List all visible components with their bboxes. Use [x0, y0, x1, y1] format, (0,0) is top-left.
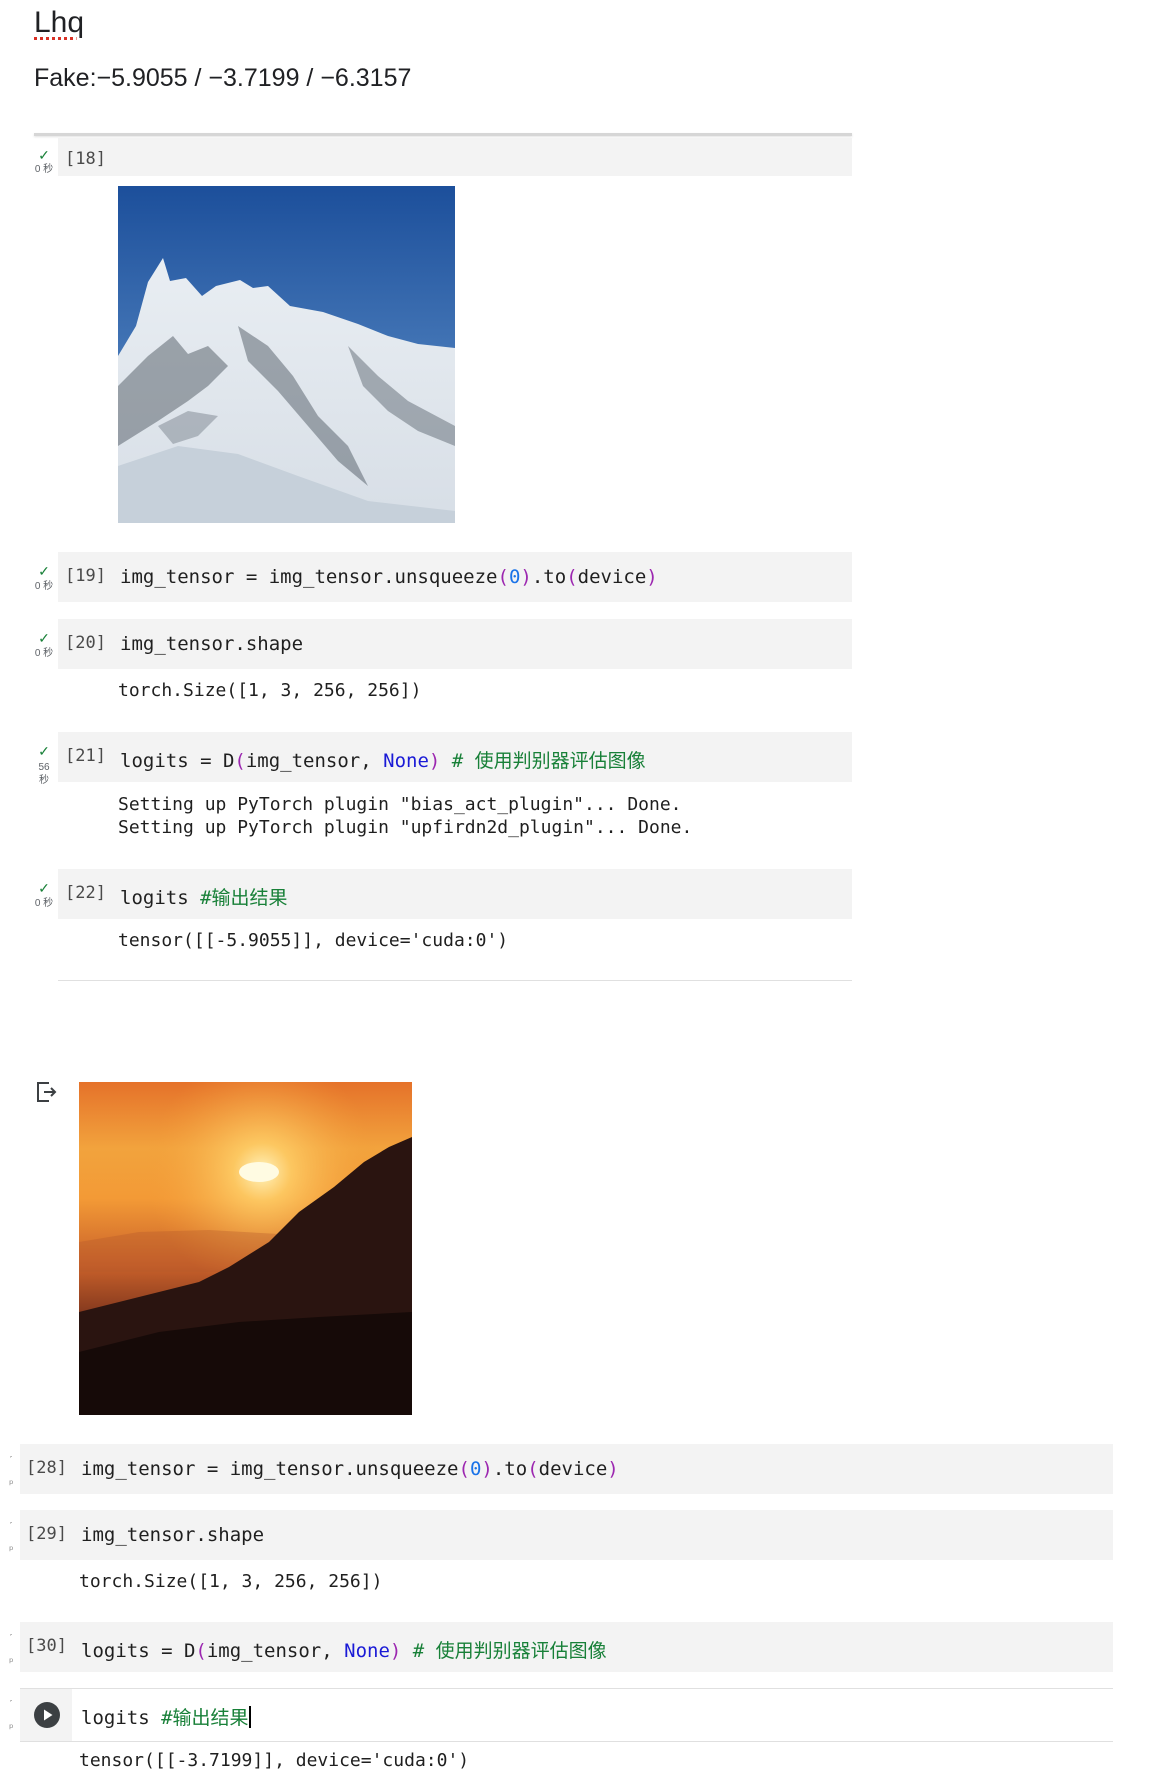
execution-count: [29]: [26, 1524, 67, 1544]
cell-status: 0 秒: [34, 581, 54, 592]
cell-output: tensor([[-5.9055]], device='cuda:0'): [118, 930, 509, 951]
execution-count: [30]: [26, 1636, 67, 1656]
cell-status: 56: [38, 762, 50, 773]
cell-status-marker: ₚ: [9, 1541, 14, 1553]
check-icon: ✓: [38, 880, 50, 896]
execution-count: [20]: [65, 633, 106, 653]
mountain-image: [118, 186, 455, 523]
execution-count: [21]: [65, 746, 106, 766]
check-icon: ✓: [38, 147, 50, 163]
code-line[interactable]: logits #输出结果: [81, 1703, 251, 1730]
cell-status-marker: ₚ: [9, 1475, 14, 1487]
execution-count: [19]: [65, 566, 106, 586]
cell-status: 0 秒: [34, 164, 54, 175]
cell-status-marker: ˊ: [9, 1699, 13, 1711]
code-line[interactable]: logits = D(img_tensor, None) # 使用判别器评估图像: [81, 1636, 607, 1663]
cell-status-marker: ₚ: [9, 1653, 14, 1665]
check-icon: ✓: [38, 630, 50, 646]
cell-output: Setting up PyTorch plugin "upfirdn2d_plu…: [118, 817, 693, 838]
sunset-image: [79, 1082, 412, 1415]
page-subtitle: Fake:−5.9055 / −3.7199 / −6.3157: [34, 64, 412, 92]
code-line[interactable]: img_tensor = img_tensor.unsqueeze(0).to(…: [120, 566, 658, 588]
code-line[interactable]: img_tensor.shape: [81, 1524, 264, 1546]
run-cell-icon[interactable]: [33, 1701, 61, 1729]
cell-output: Setting up PyTorch plugin "bias_act_plug…: [118, 794, 682, 815]
cell-status-marker: ˊ: [9, 1633, 13, 1645]
cell-output: tensor([[-3.7199]], device='cuda:0'): [79, 1750, 470, 1771]
page-title: Lhq: [34, 6, 85, 39]
cell-status: 秒: [39, 775, 49, 786]
cell-status-marker: ˊ: [9, 1455, 13, 1467]
code-line[interactable]: logits = D(img_tensor, None) # 使用判别器评估图像: [120, 746, 646, 773]
cell-divider: [58, 980, 852, 981]
code-line[interactable]: logits #输出结果: [120, 883, 288, 910]
execution-count: [18]: [65, 149, 106, 169]
execution-count: [22]: [65, 883, 106, 903]
code-line[interactable]: img_tensor.shape: [120, 633, 303, 655]
cell-output: torch.Size([1, 3, 256, 256]): [118, 680, 422, 701]
cell-status-marker: ˊ: [9, 1521, 13, 1533]
code-cell-18[interactable]: [58, 138, 852, 176]
cell-output: torch.Size([1, 3, 256, 256]): [79, 1571, 383, 1592]
code-line[interactable]: img_tensor = img_tensor.unsqueeze(0).to(…: [81, 1458, 619, 1480]
text-cursor: [248, 1706, 251, 1728]
check-icon: ✓: [38, 563, 50, 579]
section-divider: [34, 133, 852, 136]
check-icon: ✓: [38, 743, 50, 759]
cell-status: 0 秒: [34, 898, 54, 909]
cell-status: 0 秒: [34, 648, 54, 659]
cell-status-marker: ₚ: [9, 1719, 14, 1731]
execution-count: [28]: [26, 1458, 67, 1478]
output-exit-icon[interactable]: [34, 1080, 58, 1104]
